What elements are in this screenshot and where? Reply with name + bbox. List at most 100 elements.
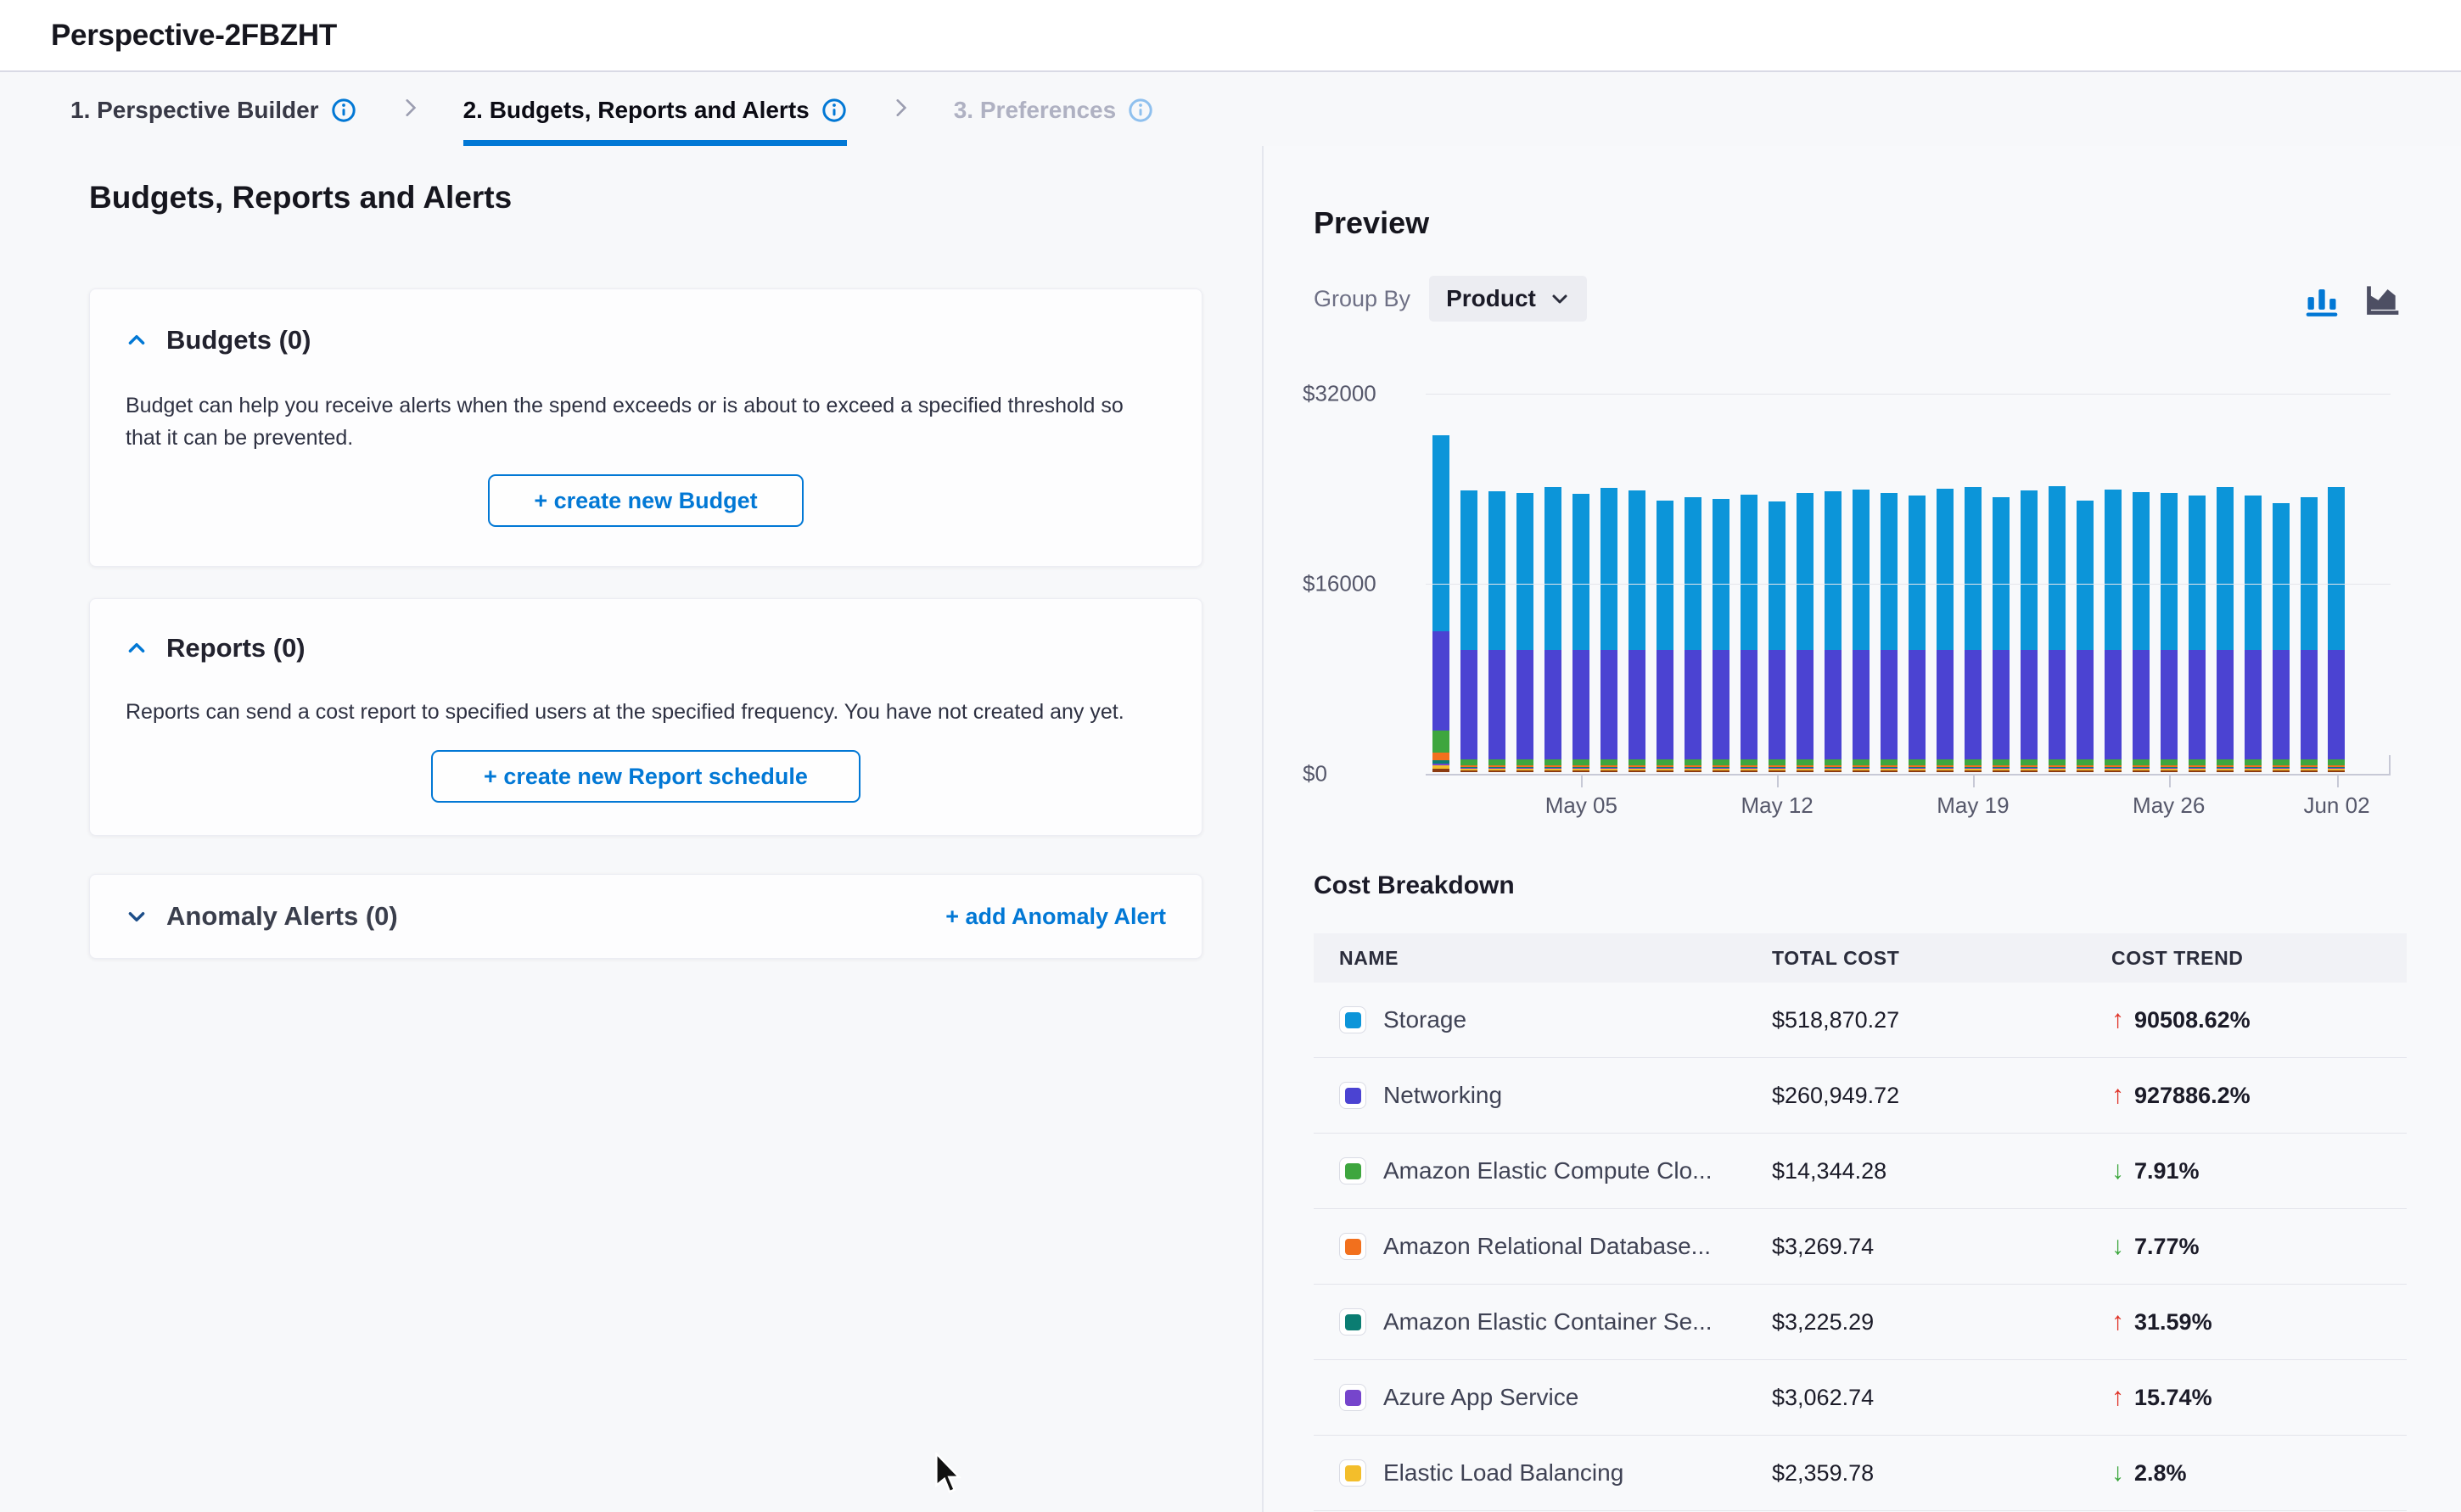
bar-segment-networking [1797,650,1814,759]
x-axis-label: May 26 [2133,792,2205,819]
bar-segment-other [2273,770,2290,772]
chart-bar-slot [1707,392,1735,772]
chart-bar[interactable] [2189,496,2206,772]
table-row[interactable]: Storage$518,870.27↑90508.62% [1314,983,2407,1058]
table-row[interactable]: Networking$260,949.72↑927886.2% [1314,1058,2407,1134]
bar-segment-other [1909,770,1926,772]
bar-segment-storage [2217,487,2234,650]
product-name: Amazon Elastic Compute Clo... [1383,1157,1713,1184]
bar-segment-storage [2021,490,2038,650]
chart-bar-slot [1819,392,1847,772]
chart-bar[interactable] [1629,490,1645,772]
chart-bar[interactable] [1881,493,1898,772]
chart-bar-slot [1735,392,1763,772]
table-row[interactable]: Azure App Service$3,062.74↑15.74% [1314,1360,2407,1436]
chart-bar-slot [1959,392,1987,772]
bar-segment-other [1600,770,1617,772]
bar-segment-ec2 [1432,731,1449,753]
chart-bar[interactable] [1432,435,1449,772]
bar-segment-storage [1797,493,1814,650]
table-row[interactable]: Amazon Relational Database...$3,269.74↓7… [1314,1209,2407,1285]
chart-bar[interactable] [1965,487,1982,772]
chart-bar[interactable] [1488,491,1505,772]
bar-segment-networking [2161,650,2178,759]
chart-bar[interactable] [2328,487,2345,772]
column-header-cost-trend[interactable]: COST TREND [2111,947,2407,970]
x-axis-tick [2169,776,2171,787]
chart-bar[interactable] [2021,490,2038,772]
groupby-dropdown[interactable]: Product [1429,276,1587,322]
add-anomaly-alert-link[interactable]: + add Anomaly Alert [945,904,1166,930]
chart-bar[interactable] [2133,492,2150,772]
reports-card-title[interactable]: Reports (0) [166,633,306,664]
chart-bar[interactable] [1572,494,1589,772]
bar-segment-networking [2217,650,2234,759]
cell-name: Networking [1314,1082,1772,1109]
anomaly-card-title[interactable]: Anomaly Alerts (0) [166,901,398,932]
swatch-color [1345,1390,1361,1406]
chart-bar[interactable] [2245,496,2262,772]
bar-segment-other [1713,770,1729,772]
chart-bar[interactable] [1825,491,1842,772]
chart-bar[interactable] [1657,501,1673,772]
chart-bar[interactable] [1853,490,1870,772]
tab-preferences[interactable]: 3. Preferences [954,74,1153,146]
chart-bar[interactable] [1937,489,1954,772]
budgets-card-title[interactable]: Budgets (0) [166,325,311,356]
chart-bar[interactable] [1769,501,1785,772]
product-name: Networking [1383,1082,1502,1109]
chart-bar-slot [2211,392,2239,772]
bar-segment-ec2 [1516,759,1533,765]
area-chart-icon[interactable] [2364,280,2402,317]
chart-bar[interactable] [1741,495,1757,772]
info-icon[interactable] [1128,98,1153,123]
chart-bar[interactable] [2077,501,2094,772]
chart-bar[interactable] [1909,496,1926,772]
chart-bar[interactable] [1797,493,1814,772]
chart-bar[interactable] [2301,497,2318,772]
bar-segment-other [1993,770,2010,772]
bar-segment-storage [2328,487,2345,651]
series-color-swatch [1339,1233,1366,1260]
column-header-name[interactable]: NAME [1314,947,1772,970]
bar-segment-other [1460,770,1477,772]
chart-bar-slot [2043,392,2071,772]
bar-chart-icon[interactable] [2303,280,2340,317]
chart-bar[interactable] [1685,497,1701,772]
chart-bar[interactable] [1460,490,1477,772]
bar-segment-storage [1629,490,1645,650]
bar-segment-ec2 [1797,759,1814,765]
chart-bar[interactable] [2161,493,2178,772]
info-icon[interactable] [821,98,847,123]
create-budget-button[interactable]: + create new Budget [488,474,804,527]
tab-budgets-reports-alerts[interactable]: 2. Budgets, Reports and Alerts [463,74,847,146]
chevron-up-icon[interactable] [126,329,148,351]
info-icon[interactable] [331,98,356,123]
anomaly-alerts-card: Anomaly Alerts (0) + add Anomaly Alert [89,874,1202,959]
bar-segment-other [2133,770,2150,772]
cell-name: Amazon Relational Database... [1314,1233,1772,1260]
chart-bar[interactable] [2049,486,2066,772]
bar-segment-networking [1629,650,1645,759]
cell-total-cost: $260,949.72 [1772,1083,2111,1109]
chart-bar[interactable] [2273,503,2290,772]
chart-bar[interactable] [1713,499,1729,772]
chart-bar[interactable] [1993,497,2010,772]
chart-bar[interactable] [2105,490,2122,772]
table-row[interactable]: Amazon Elastic Container Se...$3,225.29↑… [1314,1285,2407,1360]
chart-bar[interactable] [1516,493,1533,772]
column-header-total-cost[interactable]: TOTAL COST [1772,947,2111,970]
create-report-schedule-button[interactable]: + create new Report schedule [431,750,861,803]
table-row[interactable]: Elastic Load Balancing$2,359.78↓2.8% [1314,1436,2407,1511]
bar-segment-networking [2301,650,2318,759]
cell-name: Amazon Elastic Compute Clo... [1314,1157,1772,1184]
chart-bar[interactable] [1600,488,1617,772]
chevron-down-icon[interactable] [126,905,148,927]
table-row[interactable]: Amazon Elastic Compute Clo...$14,344.28↓… [1314,1134,2407,1209]
bar-segment-networking [2245,650,2262,759]
chart-bar-slot [1623,392,1651,772]
chart-bar[interactable] [1544,487,1561,772]
tab-perspective-builder[interactable]: 1. Perspective Builder [70,74,356,146]
chevron-up-icon[interactable] [126,637,148,659]
chart-bar[interactable] [2217,487,2234,772]
